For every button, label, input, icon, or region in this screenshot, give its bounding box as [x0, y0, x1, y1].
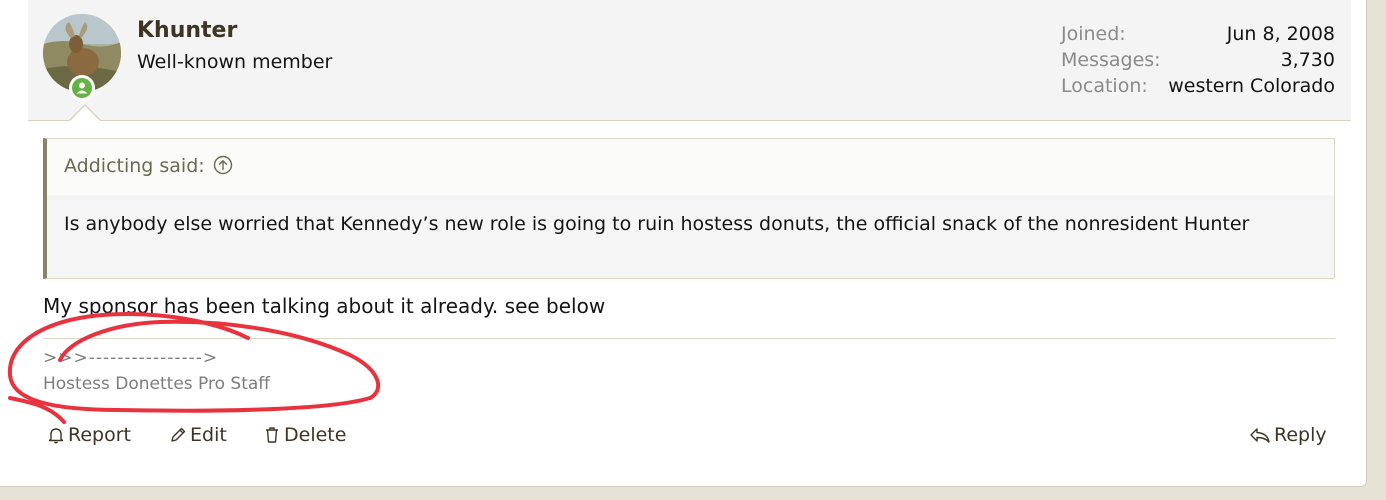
user-title: Well-known member: [137, 51, 333, 73]
pencil-icon: [168, 425, 188, 445]
stat-location: Location: western Colorado: [1061, 73, 1335, 99]
post-message: My sponsor has been talking about it alr…: [43, 294, 606, 318]
arrow-up-circle-icon[interactable]: [213, 155, 233, 180]
post-container: Khunter Well-known member Joined: Jun 8,…: [0, 0, 1367, 487]
stat-label: Messages:: [1061, 49, 1161, 71]
quote-header: Addicting said:: [47, 139, 1334, 195]
signature-arrow-text: >>>---------------->: [43, 348, 219, 368]
reply-arrow-icon: [1248, 425, 1272, 445]
report-label: Report: [68, 424, 131, 446]
quote-author[interactable]: Addicting said:: [64, 155, 233, 180]
report-button[interactable]: Report: [46, 420, 131, 450]
quote-author-label: Addicting said:: [64, 155, 205, 177]
signature-text: Hostess Donettes Pro Staff: [43, 374, 271, 394]
online-status-badge: [69, 75, 95, 101]
quote-body: Is anybody else worried that Kennedy’s n…: [64, 213, 1250, 235]
quote-block: Addicting said: Is anybody else worried …: [43, 138, 1335, 279]
edit-button[interactable]: Edit: [168, 420, 227, 450]
header-pointer-fill: [69, 106, 101, 122]
stat-messages: Messages: 3,730: [1061, 47, 1335, 73]
reply-button[interactable]: Reply: [1248, 420, 1327, 450]
stat-label: Location:: [1061, 75, 1148, 97]
reply-label: Reply: [1274, 424, 1327, 446]
post-actions: Report Edit Delete Reply: [0, 420, 1386, 450]
user-online-icon: [72, 78, 92, 98]
stat-value[interactable]: 3,730: [1281, 47, 1335, 73]
trash-icon: [262, 425, 282, 445]
delete-button[interactable]: Delete: [262, 420, 346, 450]
user-stats: Joined: Jun 8, 2008 Messages: 3,730 Loca…: [1061, 21, 1335, 99]
stat-value[interactable]: western Colorado: [1168, 73, 1335, 99]
stat-label: Joined:: [1061, 23, 1126, 45]
stat-joined: Joined: Jun 8, 2008: [1061, 21, 1335, 47]
bell-icon: [46, 425, 66, 445]
edit-label: Edit: [190, 424, 227, 446]
username-link[interactable]: Khunter: [137, 18, 237, 43]
delete-label: Delete: [284, 424, 347, 446]
stat-value: Jun 8, 2008: [1226, 23, 1335, 45]
signature-divider: [43, 338, 1335, 339]
